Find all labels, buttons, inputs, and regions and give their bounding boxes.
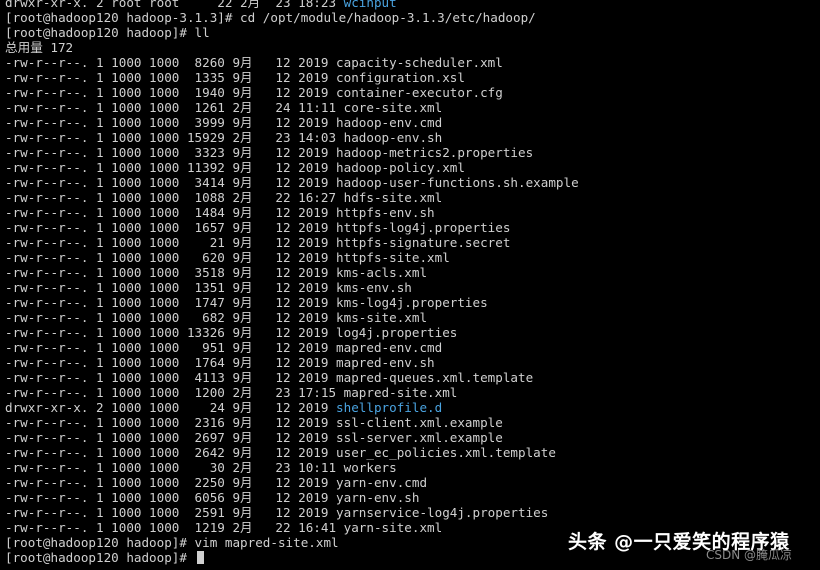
terminal-line: -rw-r--r--. 1 1000 1000 3323 9月 12 2019 … (5, 145, 815, 160)
terminal-line-text: -rw-r--r--. 1 1000 1000 1200 2月 23 17:15… (5, 385, 458, 400)
terminal-line: -rw-r--r--. 1 1000 1000 1940 9月 12 2019 … (5, 85, 815, 100)
terminal-line-text: -rw-r--r--. 1 1000 1000 951 9月 12 2019 m… (5, 340, 443, 355)
terminal-line: -rw-r--r--. 1 1000 1000 2250 9月 12 2019 … (5, 475, 815, 490)
terminal-line: -rw-r--r--. 1 1000 1000 1764 9月 12 2019 … (5, 355, 815, 370)
terminal-line: 总用量 172 (5, 40, 815, 55)
terminal-line: [root@hadoop120 hadoop]# ll (5, 25, 815, 40)
terminal-line: drwxr-xr-x. 2 1000 1000 24 9月 12 2019 sh… (5, 400, 815, 415)
terminal-line: -rw-r--r--. 1 1000 1000 3999 9月 12 2019 … (5, 115, 815, 130)
terminal-line: -rw-r--r--. 1 1000 1000 13326 9月 12 2019… (5, 325, 815, 340)
terminal-line: [root@hadoop120 hadoop-3.1.3]# cd /opt/m… (5, 10, 815, 25)
text-cursor (196, 551, 204, 564)
terminal-line: -rw-r--r--. 1 1000 1000 1261 2月 24 11:11… (5, 100, 815, 115)
terminal-line-text: -rw-r--r--. 1 1000 1000 2250 9月 12 2019 … (5, 475, 428, 490)
terminal-line: -rw-r--r--. 1 1000 1000 11392 9月 12 2019… (5, 160, 815, 175)
terminal-line: -rw-r--r--. 1 1000 1000 8260 9月 12 2019 … (5, 55, 815, 70)
terminal-line-text: -rw-r--r--. 1 1000 1000 15929 2月 23 14:0… (5, 130, 443, 145)
terminal-line: -rw-r--r--. 1 1000 1000 21 9月 12 2019 ht… (5, 235, 815, 250)
terminal-line-text: -rw-r--r--. 1 1000 1000 1219 2月 22 16:41… (5, 520, 443, 535)
terminal-line: -rw-r--r--. 1 1000 1000 1484 9月 12 2019 … (5, 205, 815, 220)
terminal-line-text: -rw-r--r--. 1 1000 1000 1940 9月 12 2019 … (5, 85, 503, 100)
shell-prompt: [root@hadoop120 hadoop]# (5, 550, 195, 565)
terminal-line: -rw-r--r--. 1 1000 1000 1200 2月 23 17:15… (5, 385, 815, 400)
terminal-line-text: -rw-r--r--. 1 1000 1000 1764 9月 12 2019 … (5, 355, 435, 370)
terminal-line: -rw-r--r--. 1 1000 1000 15929 2月 23 14:0… (5, 130, 815, 145)
terminal-line: -rw-r--r--. 1 1000 1000 1657 9月 12 2019 … (5, 220, 815, 235)
terminal-line-text: [root@hadoop120 hadoop]# vim mapred-site… (5, 535, 339, 550)
terminal-line: -rw-r--r--. 1 1000 1000 3518 9月 12 2019 … (5, 265, 815, 280)
directory-name: shellprofile.d (336, 400, 443, 415)
terminal-line-text: -rw-r--r--. 1 1000 1000 1484 9月 12 2019 … (5, 205, 435, 220)
terminal-line-text: -rw-r--r--. 1 1000 1000 13326 9月 12 2019… (5, 325, 458, 340)
terminal-line: -rw-r--r--. 1 1000 1000 1351 9月 12 2019 … (5, 280, 815, 295)
terminal-line-text: -rw-r--r--. 1 1000 1000 1657 9月 12 2019 … (5, 220, 511, 235)
terminal-line-text: -rw-r--r--. 1 1000 1000 2316 9月 12 2019 … (5, 415, 503, 430)
terminal-line-text: -rw-r--r--. 1 1000 1000 2697 9月 12 2019 … (5, 430, 503, 445)
terminal-line: -rw-r--r--. 1 1000 1000 6056 9月 12 2019 … (5, 490, 815, 505)
terminal-line-text: [root@hadoop120 hadoop]# ll (5, 25, 210, 40)
terminal-line: -rw-r--r--. 1 1000 1000 2591 9月 12 2019 … (5, 505, 815, 520)
terminal-line-text: -rw-r--r--. 1 1000 1000 21 9月 12 2019 ht… (5, 235, 511, 250)
terminal-line: -rw-r--r--. 1 1000 1000 3414 9月 12 2019 … (5, 175, 815, 190)
terminal-line: -rw-r--r--. 1 1000 1000 1747 9月 12 2019 … (5, 295, 815, 310)
terminal-line-text: -rw-r--r--. 1 1000 1000 620 9月 12 2019 h… (5, 250, 450, 265)
terminal-line-text: drwxr-xr-x. 2 root root 22 2月 23 18:23 (5, 0, 344, 10)
terminal-line-text: -rw-r--r--. 1 1000 1000 3414 9月 12 2019 … (5, 175, 579, 190)
terminal-line: -rw-r--r--. 1 1000 1000 2316 9月 12 2019 … (5, 415, 815, 430)
terminal-line: -rw-r--r--. 1 1000 1000 2697 9月 12 2019 … (5, 430, 815, 445)
terminal-line-text: -rw-r--r--. 1 1000 1000 2591 9月 12 2019 … (5, 505, 549, 520)
terminal-line-text: -rw-r--r--. 1 1000 1000 1351 9月 12 2019 … (5, 280, 412, 295)
terminal-line-text: -rw-r--r--. 1 1000 1000 1261 2月 24 11:11… (5, 100, 443, 115)
terminal-line-text: 总用量 172 (5, 40, 74, 55)
terminal-line-text: -rw-r--r--. 1 1000 1000 682 9月 12 2019 k… (5, 310, 428, 325)
terminal-line: -rw-r--r--. 1 1000 1000 951 9月 12 2019 m… (5, 340, 815, 355)
terminal-line-text: -rw-r--r--. 1 1000 1000 3518 9月 12 2019 … (5, 265, 428, 280)
terminal-line-text: -rw-r--r--. 1 1000 1000 6056 9月 12 2019 … (5, 490, 420, 505)
terminal-line-text: -rw-r--r--. 1 1000 1000 30 2月 23 10:11 w… (5, 460, 397, 475)
directory-name: wcinput (343, 0, 397, 10)
terminal-output[interactable]: drwxr-xr-x. 2 root root 22 2月 23 18:23 w… (5, 0, 815, 565)
terminal-line-text: -rw-r--r--. 1 1000 1000 2642 9月 12 2019 … (5, 445, 556, 460)
terminal-line: -rw-r--r--. 1 1000 1000 4113 9月 12 2019 … (5, 370, 815, 385)
terminal-line-text: -rw-r--r--. 1 1000 1000 1747 9月 12 2019 … (5, 295, 488, 310)
terminal-line: -rw-r--r--. 1 1000 1000 682 9月 12 2019 k… (5, 310, 815, 325)
terminal-line-text: -rw-r--r--. 1 1000 1000 3999 9月 12 2019 … (5, 115, 443, 130)
terminal-line-text: [root@hadoop120 hadoop-3.1.3]# cd /opt/m… (5, 10, 536, 25)
terminal-line: -rw-r--r--. 1 1000 1000 30 2月 23 10:11 w… (5, 460, 815, 475)
terminal-line: -rw-r--r--. 1 1000 1000 2642 9月 12 2019 … (5, 445, 815, 460)
terminal-line-text: -rw-r--r--. 1 1000 1000 3323 9月 12 2019 … (5, 145, 534, 160)
terminal-line: -rw-r--r--. 1 1000 1000 1335 9月 12 2019 … (5, 70, 815, 85)
terminal-line-text: -rw-r--r--. 1 1000 1000 8260 9月 12 2019 … (5, 55, 503, 70)
terminal-line: -rw-r--r--. 1 1000 1000 1088 2月 22 16:27… (5, 190, 815, 205)
terminal-line-text: -rw-r--r--. 1 1000 1000 1335 9月 12 2019 … (5, 70, 465, 85)
terminal-line-text: -rw-r--r--. 1 1000 1000 4113 9月 12 2019 … (5, 370, 534, 385)
terminal-line: drwxr-xr-x. 2 root root 22 2月 23 18:23 w… (5, 0, 815, 10)
terminal-line-text: -rw-r--r--. 1 1000 1000 1088 2月 22 16:27… (5, 190, 443, 205)
terminal-line-text: -rw-r--r--. 1 1000 1000 11392 9月 12 2019… (5, 160, 465, 175)
terminal-line-text: drwxr-xr-x. 2 1000 1000 24 9月 12 2019 (5, 400, 337, 415)
terminal-line: -rw-r--r--. 1 1000 1000 620 9月 12 2019 h… (5, 250, 815, 265)
csdn-watermark: CSDN @腌瓜凉 (706, 548, 793, 562)
